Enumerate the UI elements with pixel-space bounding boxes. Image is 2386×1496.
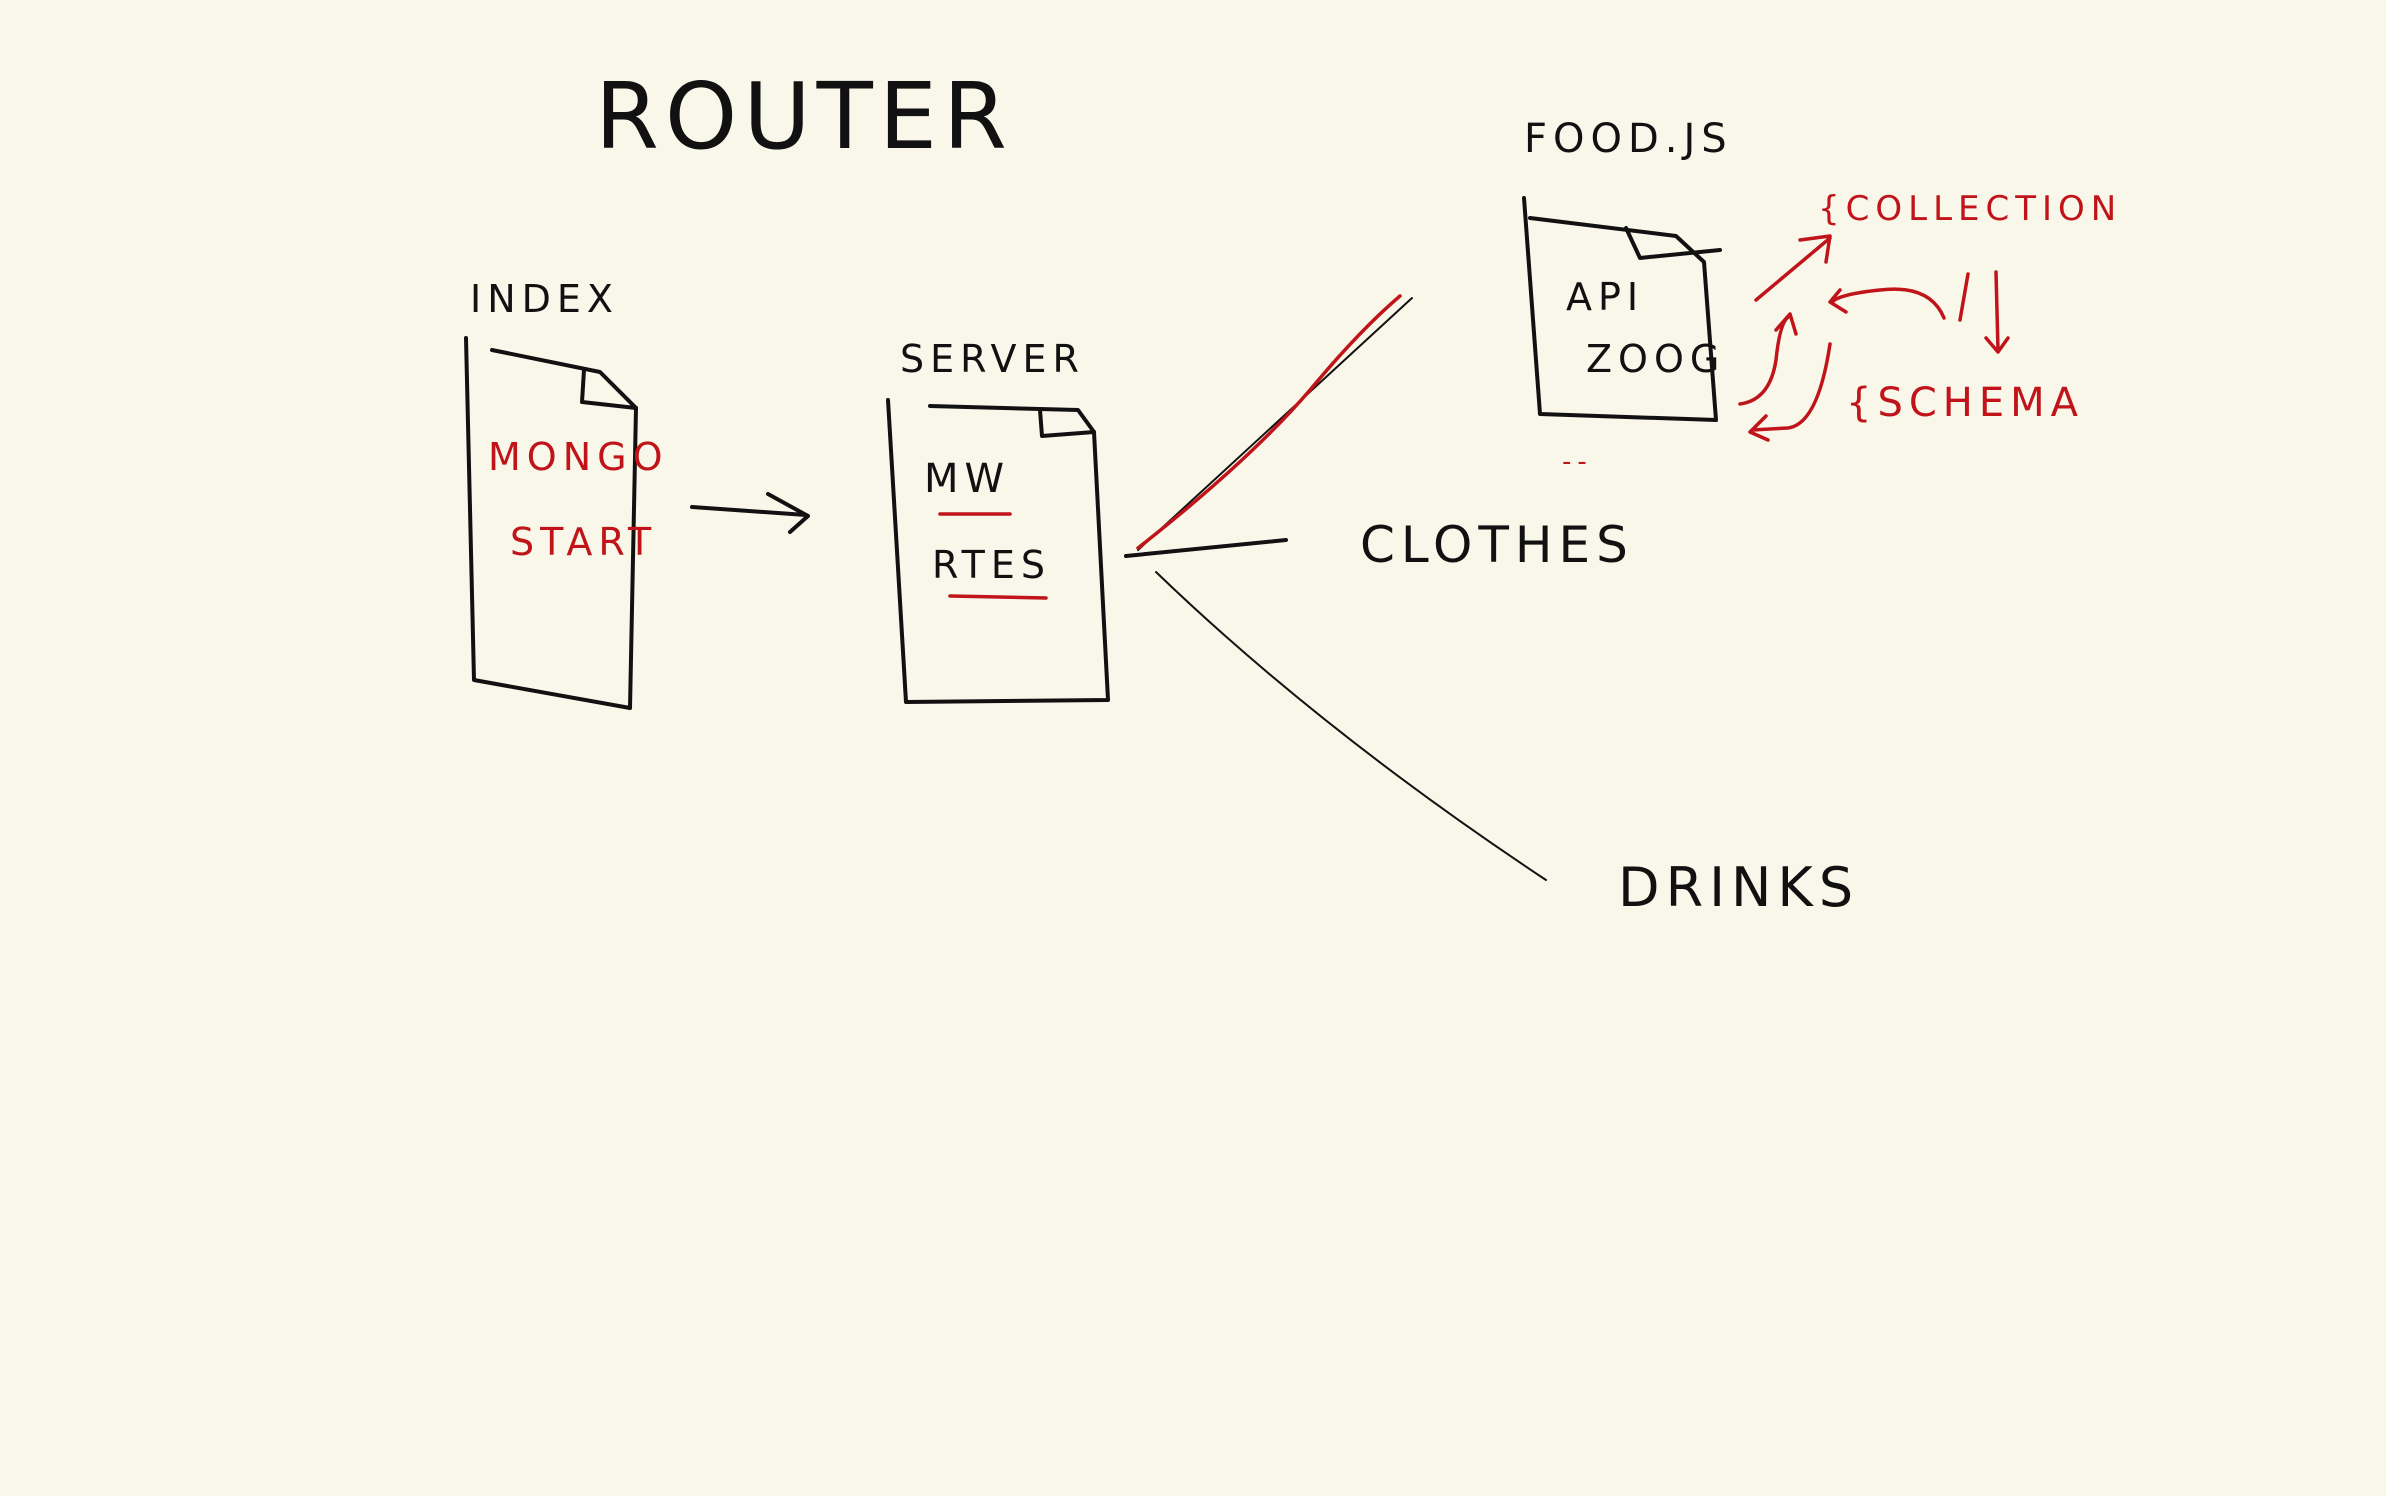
drinks-route-label: DRINKS: [1618, 856, 1859, 919]
server-file: SERVER MW RTES: [886, 337, 1110, 704]
model-annotations: {COLLECTION {SCHEMA: [1738, 189, 2122, 442]
server-line-2-underline: [948, 594, 1048, 600]
server-file-line-2: RTES: [932, 543, 1051, 587]
food-file-note: --: [1562, 447, 1593, 477]
branch-to-food-highlight: [1136, 294, 1402, 550]
diagram-title: ROUTER: [595, 63, 1013, 170]
branch-to-food: [1137, 297, 1413, 551]
branch-to-drinks: [1155, 571, 1547, 881]
index-to-server-arrow: [690, 492, 810, 534]
diagram: ROUTER INDEX MONGO START SERVER MW RTES …: [464, 63, 2122, 919]
index-file-line-2: START: [510, 520, 657, 564]
clothes-route-label: CLOTHES: [1360, 516, 1634, 574]
route-branches: [1124, 294, 1547, 881]
whiteboard-canvas: ROUTER INDEX MONGO START SERVER MW RTES …: [0, 0, 2386, 1491]
branch-to-clothes: [1124, 538, 1288, 558]
server-file-label: SERVER: [900, 337, 1085, 381]
arrow-down-to-schema: [1958, 270, 2010, 354]
arrow-to-collection: [1754, 234, 1832, 302]
food-file-line-1: API: [1566, 275, 1644, 319]
collection-annotation: {COLLECTION: [1818, 189, 2122, 229]
index-file: INDEX MONGO START: [464, 277, 668, 710]
schema-annotation: {SCHEMA: [1846, 380, 2084, 426]
food-file: FOOD.JS API ZOOG --: [1522, 116, 1733, 477]
index-file-label: INDEX: [470, 277, 619, 321]
index-file-line-1: MONGO: [488, 435, 668, 479]
food-file-line-2: ZOOG: [1586, 337, 1725, 381]
arrow-loop-left: [1738, 312, 1798, 406]
server-file-line-1: MW: [924, 456, 1010, 502]
arrow-collection-return: [1828, 287, 1946, 320]
food-file-label: FOOD.JS: [1524, 116, 1733, 162]
